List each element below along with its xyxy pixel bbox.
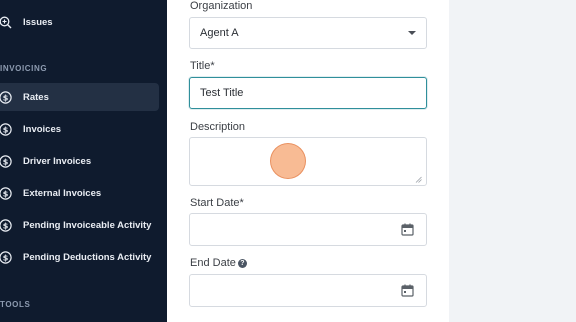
sidebar-item-label: Pending Deductions Activity [23,251,152,263]
organization-select[interactable]: Agent A [189,17,427,49]
end-date-label-text: End Date [190,257,236,269]
svg-text:$: $ [3,189,9,198]
start-date-input[interactable] [189,213,427,246]
sidebar-item-label: Driver Invoices [23,155,92,167]
svg-text:$: $ [3,93,9,102]
dollar-circle-icon: $ [0,250,12,264]
svg-text:$: $ [3,221,9,230]
sidebar-item-label: Rates [23,91,49,103]
sidebar-item-label: Invoices [23,123,62,135]
sidebar-item-issues[interactable]: Issues [0,8,159,36]
title-value: Test Title [200,87,244,99]
dollar-circle-icon: $ [0,122,12,136]
svg-text:$: $ [3,125,9,134]
svg-text:$: $ [3,253,9,262]
description-label: Description [190,121,246,133]
section-label-tools: TOOLS [0,300,31,309]
sidebar-item-pending-deductions-activity[interactable]: $ Pending Deductions Activity [0,243,159,271]
sidebar: Issues INVOICING $ Rates $ Invoices $ Dr… [0,0,167,322]
sidebar-item-label: Issues [23,16,53,28]
sidebar-item-label: Pending Invoiceable Activity [23,219,152,231]
magnifier-plus-icon [0,16,12,29]
description-textarea[interactable] [189,137,427,186]
dollar-circle-icon: $ [0,186,12,200]
organization-label: Organization [190,0,253,12]
sidebar-item-invoices[interactable]: $ Invoices [0,115,159,143]
sidebar-item-driver-invoices[interactable]: $ Driver Invoices [0,147,159,175]
svg-text:$: $ [3,157,9,166]
resize-handle-icon[interactable] [415,174,422,183]
calendar-icon[interactable] [401,223,414,236]
section-label-invoicing: INVOICING [0,64,48,73]
right-pane [449,0,576,322]
sidebar-item-rates[interactable]: $ Rates [0,83,159,111]
click-indicator [270,143,306,179]
chevron-down-icon [408,31,416,35]
help-icon[interactable]: ? [237,258,247,268]
title-label: Title* [190,60,215,72]
sidebar-item-pending-invoiceable-activity[interactable]: $ Pending Invoiceable Activity [0,211,159,239]
start-date-label: Start Date* [190,197,244,209]
dollar-circle-icon: $ [0,218,12,232]
end-date-input[interactable] [189,274,427,307]
title-input[interactable]: Test Title [189,77,427,109]
end-date-label: End Date ? [190,257,247,269]
sidebar-item-label: External Invoices [23,187,102,199]
dollar-circle-icon: $ [0,154,12,168]
calendar-icon[interactable] [401,284,414,297]
sidebar-item-external-invoices[interactable]: $ External Invoices [0,179,159,207]
dollar-circle-icon: $ [0,90,12,104]
organization-value: Agent A [200,27,239,39]
